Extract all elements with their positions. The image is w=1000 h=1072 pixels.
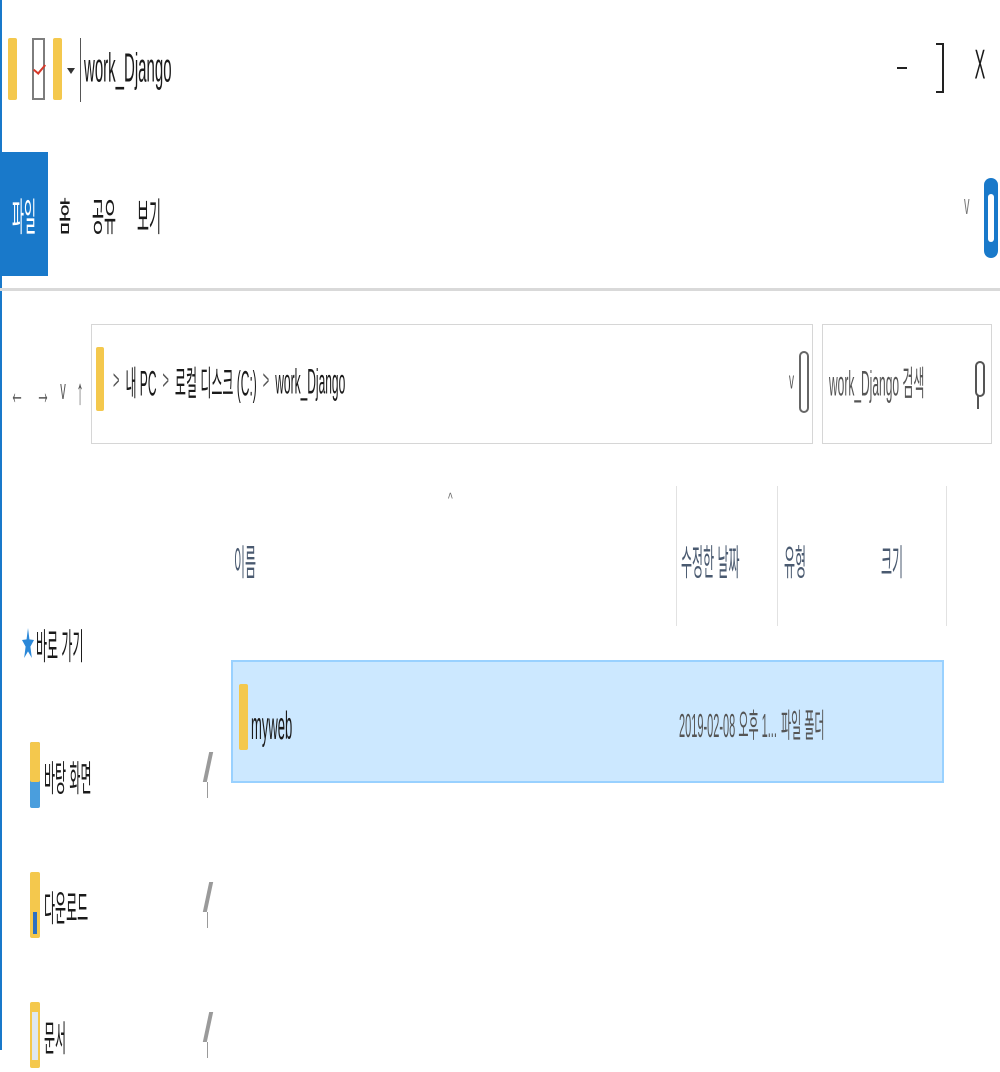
ribbon-divider [0, 288, 1000, 291]
sidebar-item-quick-access[interactable]: 바로 가기 [22, 600, 222, 680]
breadcrumb-item-work-django[interactable]: work_Django [275, 362, 345, 403]
back-button[interactable]: ← [8, 356, 26, 426]
recent-locations-button[interactable]: v [57, 356, 69, 426]
sidebar-item-label: 바로 가기 [36, 625, 84, 668]
forward-arrow-icon: → [36, 370, 50, 412]
column-header-type-label: 유형 [784, 541, 807, 584]
maximize-icon [936, 43, 944, 93]
refresh-icon[interactable] [799, 351, 809, 413]
close-icon: X [974, 44, 986, 89]
column-header-date[interactable]: 수정한 날짜 [676, 486, 778, 626]
tab-home-label: 홈 [59, 194, 71, 240]
sidebar-item-documents[interactable]: 문서 [30, 992, 220, 1072]
folder-icon[interactable] [8, 38, 17, 100]
title-separator [80, 38, 81, 102]
quick-access-toolbar-dropdown-icon[interactable] [67, 68, 75, 74]
breadcrumb: > 내 PC > 로컬 디스크 (C:) > work_Django [110, 347, 348, 417]
sidebar-item-label: 문서 [44, 1017, 67, 1060]
breadcrumb-separator[interactable]: > [162, 368, 168, 397]
sidebar-item-desktop[interactable]: 바탕 화면 [30, 732, 220, 812]
column-header-type[interactable]: 유형 [777, 486, 878, 626]
column-header-size[interactable]: 크기 [877, 486, 947, 626]
file-date: 2019-02-08 오후 1... [679, 710, 777, 746]
pin-icon[interactable] [204, 882, 212, 928]
downloads-icon [30, 872, 40, 938]
new-folder-icon[interactable] [53, 38, 62, 100]
search-placeholder: work_Django 검색 [829, 363, 925, 404]
file-name[interactable]: myweb [251, 690, 292, 760]
pin-icon[interactable] [204, 752, 212, 798]
file-type: 파일 폴더 [781, 710, 825, 746]
tab-view[interactable]: 보기 [135, 152, 163, 276]
column-header-size-label: 크기 [881, 541, 904, 584]
star-icon [22, 628, 34, 658]
address-bar[interactable]: > 내 PC > 로컬 디스크 (C:) > work_Django v [91, 324, 813, 444]
sidebar-item-label: 바탕 화면 [44, 757, 92, 800]
help-icon[interactable] [984, 178, 998, 258]
properties-icon[interactable] [32, 38, 45, 100]
chevron-down-icon: v [60, 375, 66, 407]
address-dropdown-button[interactable]: v [789, 369, 794, 395]
sidebar-item-downloads[interactable]: 다운로드 [30, 862, 220, 942]
window-title: work_Django [84, 34, 172, 104]
chevron-down-icon: v [964, 190, 970, 222]
forward-button[interactable]: → [34, 356, 52, 426]
tab-share[interactable]: 공유 [90, 152, 118, 276]
pin-icon[interactable] [204, 1012, 212, 1058]
search-input[interactable]: work_Django 검색 [829, 347, 924, 417]
tab-file[interactable]: 파일 [0, 152, 48, 276]
maximize-button[interactable] [930, 40, 950, 96]
column-header-name[interactable]: 이름 [230, 486, 676, 626]
title-bar: work_Django X [0, 0, 1000, 150]
documents-icon [30, 1002, 40, 1068]
back-arrow-icon: ← [10, 370, 24, 412]
ribbon-expand-button[interactable]: v [964, 190, 970, 221]
minimize-icon [897, 67, 907, 69]
breadcrumb-separator[interactable]: > [113, 368, 119, 397]
close-button[interactable]: X [968, 40, 992, 96]
up-arrow-icon: ↑ [76, 370, 84, 412]
desktop-icon [30, 742, 40, 808]
file-row[interactable]: myweb 2019-02-08 오후 1... 파일 폴더 [231, 660, 944, 783]
sidebar-item-label: 다운로드 [44, 887, 89, 930]
tab-home[interactable]: 홈 [55, 152, 75, 276]
tab-file-label: 파일 [12, 194, 36, 240]
up-button[interactable]: ↑ [72, 356, 88, 426]
search-box[interactable]: work_Django 검색 [822, 324, 992, 444]
chevron-down-icon: v [789, 369, 794, 396]
breadcrumb-separator[interactable]: > [263, 368, 269, 397]
breadcrumb-item-local-disk[interactable]: 로컬 디스크 (C:) [175, 363, 257, 404]
window-title-text: work_Django [84, 46, 172, 92]
search-icon[interactable] [975, 361, 985, 409]
minimize-button[interactable] [892, 40, 912, 96]
column-header-name-label: 이름 [234, 541, 257, 584]
tab-view-label: 보기 [137, 194, 161, 240]
tab-share-label: 공유 [92, 194, 116, 240]
ribbon-tabs: 파일 홈 공유 보기 [0, 152, 1000, 276]
column-header-date-label: 수정한 날짜 [681, 541, 740, 584]
folder-icon [96, 347, 104, 411]
folder-icon [239, 684, 248, 750]
breadcrumb-item-this-pc[interactable]: 내 PC [125, 363, 156, 404]
